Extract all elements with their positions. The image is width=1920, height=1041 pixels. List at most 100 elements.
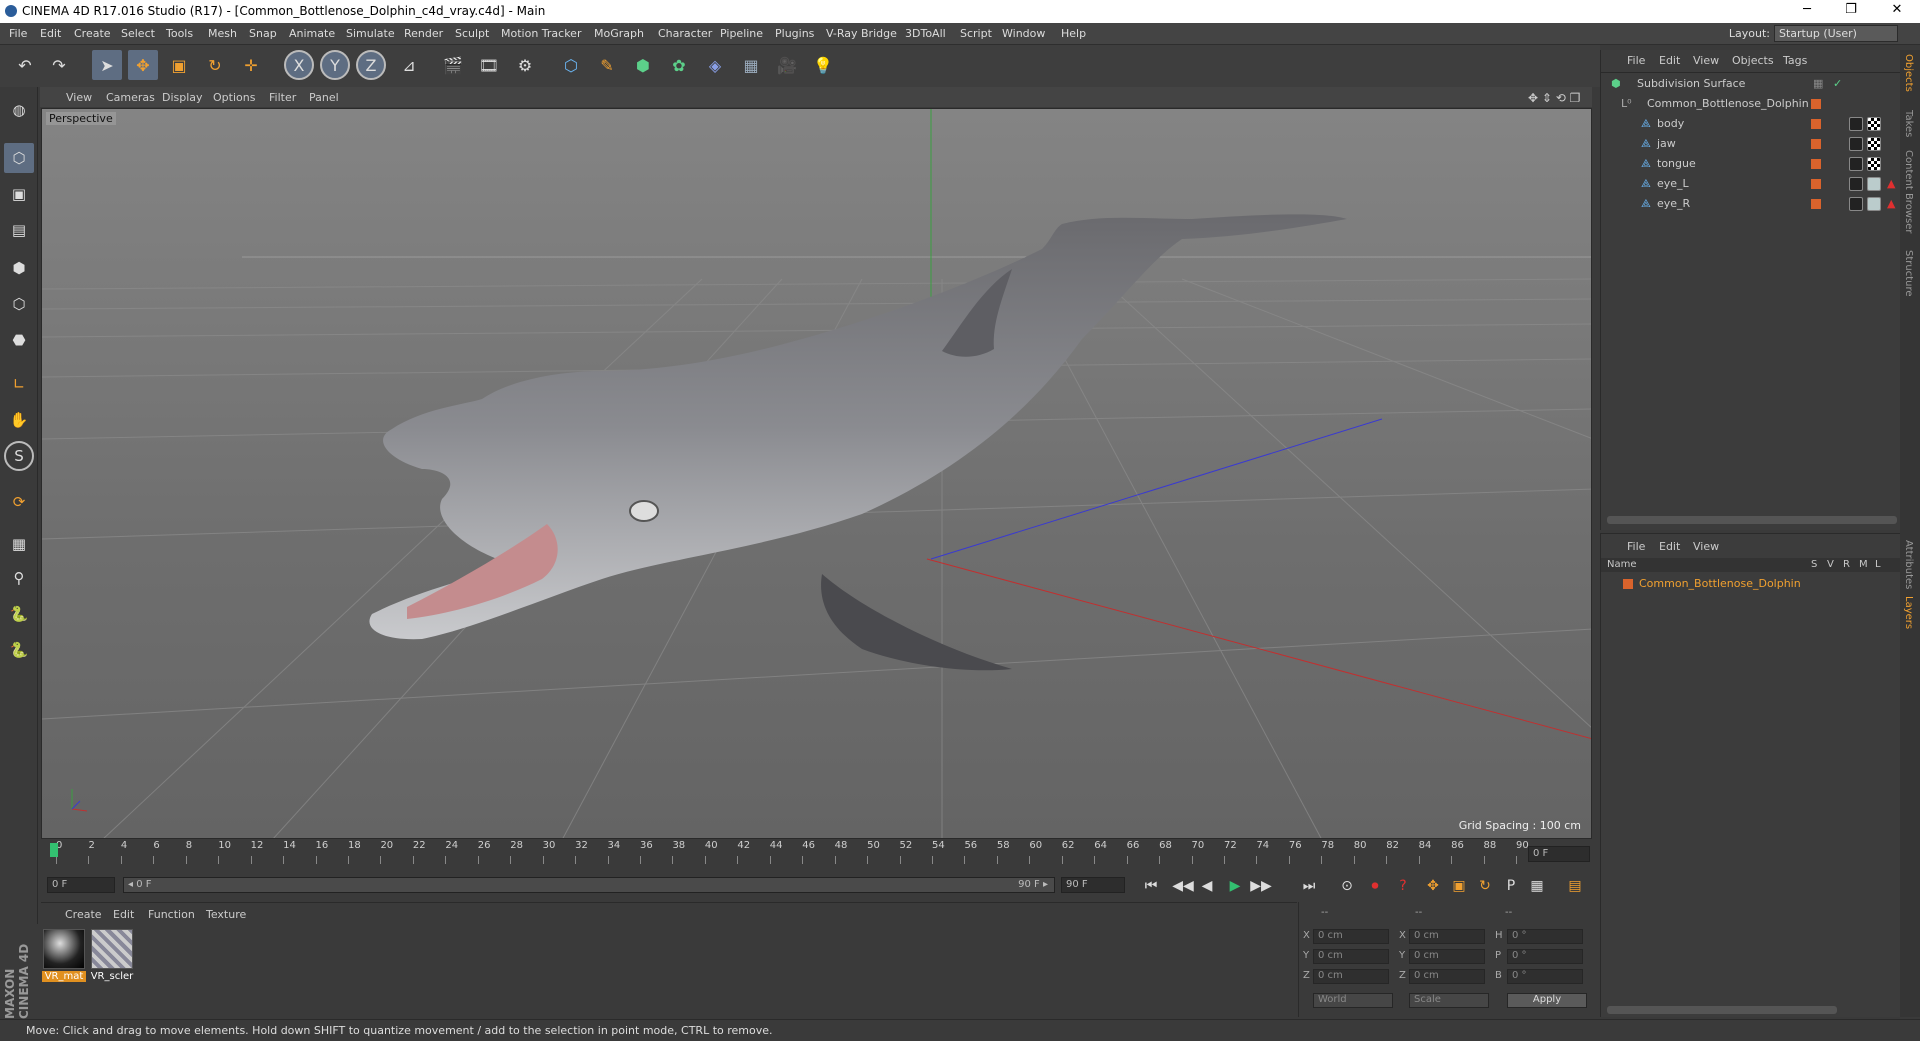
menu-vray-bridge[interactable]: V-Ray Bridge xyxy=(826,27,897,40)
minimize-button[interactable]: ─ xyxy=(1792,2,1822,17)
material-menu-edit[interactable]: Edit xyxy=(113,908,134,921)
rotate-tool[interactable]: ↻ xyxy=(200,50,230,80)
deformer-button[interactable]: ◈ xyxy=(700,50,730,80)
material-swatch-vr-mat[interactable] xyxy=(43,929,85,969)
coordinate-mode-select[interactable]: World xyxy=(1313,993,1393,1008)
texture-tag-icon[interactable] xyxy=(1867,177,1881,191)
cube-primitive-button[interactable]: ⬡ xyxy=(556,50,586,80)
menu-tools[interactable]: Tools xyxy=(166,27,193,40)
menu-animate[interactable]: Animate xyxy=(289,27,335,40)
motion-record-button[interactable]: ⊙ xyxy=(1335,875,1359,897)
size-mode-select[interactable]: Scale xyxy=(1409,993,1489,1008)
menu-select[interactable]: Select xyxy=(121,27,155,40)
menu-character[interactable]: Character xyxy=(658,27,712,40)
key-scale-button[interactable]: ▣ xyxy=(1447,875,1471,897)
solo-mode-icon[interactable]: S xyxy=(4,441,34,471)
dolphin-model[interactable] xyxy=(369,214,1347,671)
axis-mode-icon[interactable]: ∟ xyxy=(4,369,34,399)
viewport-menu-panel[interactable]: Panel xyxy=(309,91,339,104)
edges-mode-icon[interactable]: ⬡ xyxy=(4,289,34,319)
object-row-jaw[interactable]: ⟁ jaw xyxy=(1601,134,1901,154)
key-pla-button[interactable]: ▦ xyxy=(1525,875,1549,897)
tab-content-browser[interactable]: Content Browser xyxy=(1903,150,1914,233)
perspective-viewport[interactable]: Perspective Grid Spacing : 100 cm xyxy=(41,108,1592,839)
menu-window[interactable]: Window xyxy=(1002,27,1045,40)
tweak-mode-icon[interactable]: ✋ xyxy=(4,405,34,435)
floor-button[interactable]: ▦ xyxy=(736,50,766,80)
layer-toggle-icon[interactable]: ▦ xyxy=(1813,77,1823,90)
snap-icon[interactable]: ⟳ xyxy=(4,487,34,517)
python-script-2-icon[interactable]: 🐍 xyxy=(4,635,34,665)
material-menu-texture[interactable]: Texture xyxy=(206,908,246,921)
object-row-subdivision-surface[interactable]: ⬢ Subdivision Surface ▦ ✓ xyxy=(1601,74,1901,94)
menu-file[interactable]: File xyxy=(9,27,27,40)
phong-tag-icon[interactable] xyxy=(1849,197,1863,211)
y-axis-lock[interactable]: Y xyxy=(320,50,350,80)
viewport-menu-cameras[interactable]: Cameras xyxy=(106,91,155,104)
frame-range-slider[interactable]: ◂ 0 F 90 F ▸ xyxy=(123,877,1055,893)
tab-layers[interactable]: Layers xyxy=(1903,596,1914,629)
phong-tag-icon[interactable] xyxy=(1849,137,1863,151)
object-row-eye-r[interactable]: ⟁ eye_R ▲ xyxy=(1601,194,1901,214)
phong-tag-icon[interactable] xyxy=(1849,157,1863,171)
layer-menu-file[interactable]: File xyxy=(1627,540,1645,553)
position-x-field[interactable]: 0 cm xyxy=(1313,929,1389,944)
x-axis-lock[interactable]: X xyxy=(284,50,314,80)
render-to-picture-viewer-button[interactable]: 🎞 xyxy=(474,50,504,80)
object-menu-file[interactable]: File xyxy=(1627,54,1645,67)
tab-takes[interactable]: Takes xyxy=(1903,110,1914,137)
current-frame-field[interactable]: 0 F xyxy=(1528,846,1590,862)
texture-tag-icon[interactable] xyxy=(1867,117,1881,131)
rotation-h-field[interactable]: 0 ° xyxy=(1507,929,1583,944)
menu-pipeline[interactable]: Pipeline xyxy=(720,27,763,40)
object-menu-edit[interactable]: Edit xyxy=(1659,54,1680,67)
layout-select[interactable]: Startup (User) xyxy=(1774,25,1898,42)
planar-workplane-icon[interactable]: ⚲ xyxy=(4,563,34,593)
layer-color-swatch[interactable] xyxy=(1811,119,1821,129)
key-rotation-button[interactable]: ↻ xyxy=(1473,875,1497,897)
tab-attributes[interactable]: Attributes xyxy=(1903,540,1914,589)
cloner-button[interactable]: ✿ xyxy=(664,50,694,80)
size-y-field[interactable]: 0 cm xyxy=(1409,949,1485,964)
layer-color-swatch[interactable] xyxy=(1811,99,1821,109)
phong-tag-icon[interactable] xyxy=(1849,117,1863,131)
timeline-playhead[interactable] xyxy=(50,843,58,857)
layer-color-swatch[interactable] xyxy=(1811,199,1821,209)
restore-button[interactable]: ❐ xyxy=(1836,2,1866,17)
tab-structure[interactable]: Structure xyxy=(1903,250,1914,297)
menu-script[interactable]: Script xyxy=(960,27,992,40)
model-mode-icon[interactable]: ⬡ xyxy=(4,143,34,173)
tab-objects[interactable]: Objects xyxy=(1903,54,1914,92)
menu-mograph[interactable]: MoGraph xyxy=(594,27,644,40)
object-row-tongue[interactable]: ⟁ tongue xyxy=(1601,154,1901,174)
layer-menu-view[interactable]: View xyxy=(1693,540,1719,553)
coordinate-system-button[interactable]: ⊿ xyxy=(394,50,424,80)
menu-mesh[interactable]: Mesh xyxy=(208,27,237,40)
pen-spline-button[interactable]: ✎ xyxy=(592,50,622,80)
timeline-window-button[interactable]: ▤ xyxy=(1563,875,1587,897)
polygons-mode-icon[interactable]: ⬣ xyxy=(4,325,34,355)
material-menu-create[interactable]: Create xyxy=(65,908,102,921)
previous-keyframe-button[interactable]: ◀◀ xyxy=(1171,875,1195,897)
texture-tag-icon[interactable] xyxy=(1867,157,1881,171)
menu-create[interactable]: Create xyxy=(74,27,111,40)
phong-tag-icon[interactable] xyxy=(1849,177,1863,191)
rotation-p-field[interactable]: 0 ° xyxy=(1507,949,1583,964)
layer-color-swatch[interactable] xyxy=(1811,139,1821,149)
layer-color-swatch[interactable] xyxy=(1623,579,1633,589)
move-tool[interactable]: ✥ xyxy=(128,50,158,80)
previous-frame-button[interactable]: ◀ xyxy=(1195,875,1219,897)
menu-render[interactable]: Render xyxy=(404,27,443,40)
object-row-body[interactable]: ⟁ body xyxy=(1601,114,1901,134)
menu-3dtoall[interactable]: 3DToAll xyxy=(905,27,946,40)
texture-tag-icon[interactable] xyxy=(1867,197,1881,211)
object-row-eye-l[interactable]: ⟁ eye_L ▲ xyxy=(1601,174,1901,194)
viewport-navigation-icons[interactable]: ✥ ⇕ ⟲ ❐ xyxy=(1528,91,1580,105)
autokey-button[interactable]: ? xyxy=(1391,875,1415,897)
render-settings-button[interactable]: ⚙ xyxy=(510,50,540,80)
workplane-mode-icon[interactable]: ▤ xyxy=(4,215,34,245)
object-menu-objects[interactable]: Objects xyxy=(1732,54,1774,67)
play-button[interactable]: ▶ xyxy=(1223,875,1247,897)
menu-plugins[interactable]: Plugins xyxy=(775,27,814,40)
viewport-menu-display[interactable]: Display xyxy=(162,91,203,104)
